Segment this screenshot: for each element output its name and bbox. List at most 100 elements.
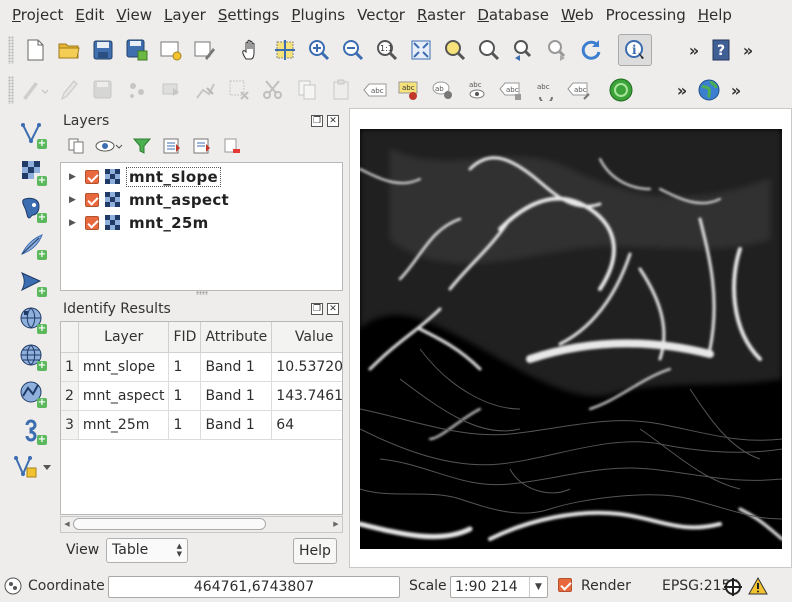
current-edits-icon[interactable] [18, 74, 52, 106]
menu-plugins[interactable]: Plugins [285, 0, 351, 30]
expand-arrow-icon[interactable]: ▶ [69, 172, 79, 182]
zoom-to-selection-icon[interactable] [438, 34, 472, 66]
close-panel-icon[interactable]: ✕ [327, 115, 339, 127]
panel-splitter-handle[interactable] [196, 291, 208, 295]
menu-view[interactable]: View [110, 0, 158, 30]
menu-raster[interactable]: Raster [411, 0, 471, 30]
add-group-icon[interactable] [64, 134, 88, 158]
menu-project[interactable]: Project [6, 0, 69, 30]
float-panel-icon[interactable]: ❐ [311, 115, 323, 127]
copy-features-icon[interactable] [290, 74, 324, 106]
layer-visibility-checkbox[interactable] [85, 192, 99, 207]
zoom-out-icon[interactable] [336, 34, 370, 66]
layer-labeling-icon[interactable]: abc [358, 74, 392, 106]
toolbar-overflow-button[interactable]: » [684, 41, 704, 60]
column-header-attribute[interactable]: Attribute [200, 322, 273, 353]
close-panel-icon[interactable]: ✕ [327, 303, 339, 315]
scrollbar-thumb[interactable] [73, 518, 266, 530]
zoom-to-layer-icon[interactable] [472, 34, 506, 66]
map-canvas[interactable] [360, 129, 782, 549]
toolbar2-overflow-button-2[interactable]: » [726, 81, 746, 100]
expand-arrow-icon[interactable]: ▶ [69, 195, 79, 205]
plugin-green-circle-icon[interactable] [604, 74, 638, 106]
help-button[interactable]: Help [293, 538, 337, 564]
web-globe-icon[interactable] [692, 74, 726, 106]
table-row[interactable]: 3 mnt_25m 1 Band 1 64 [61, 410, 342, 440]
composer-manager-icon[interactable] [188, 34, 222, 66]
menu-edit[interactable]: Edit [69, 0, 110, 30]
manage-visibility-icon[interactable] [94, 134, 124, 158]
add-wms-layer-icon[interactable]: + [12, 300, 52, 337]
toolbar-overflow-button-2[interactable]: » [738, 41, 758, 60]
node-tool-icon[interactable] [188, 74, 222, 106]
view-mode-select[interactable]: Table ▲ ▼ [106, 538, 188, 563]
label-rotate-icon[interactable]: abc [528, 74, 562, 106]
menu-settings[interactable]: Settings [212, 0, 286, 30]
menu-processing[interactable]: Processing [600, 0, 692, 30]
layer-visibility-checkbox[interactable] [85, 215, 99, 230]
expand-arrow-icon[interactable]: ▶ [69, 218, 79, 228]
label-show-hide-icon[interactable]: ab [426, 74, 460, 106]
save-as-icon[interactable] [120, 34, 154, 66]
label-visibility-icon[interactable]: abc [460, 74, 494, 106]
add-delimited-text-layer-icon[interactable]: + [12, 411, 52, 448]
column-header-layer[interactable]: Layer [78, 322, 170, 353]
toggle-editing-icon[interactable] [52, 74, 86, 106]
refresh-icon[interactable] [574, 34, 608, 66]
add-postgis-layer-icon[interactable]: + [12, 189, 52, 226]
add-raster-layer-icon[interactable]: + [12, 152, 52, 189]
expand-all-icon[interactable] [160, 134, 184, 158]
chevron-down-icon[interactable]: ▼ [529, 577, 547, 597]
move-feature-icon[interactable] [154, 74, 188, 106]
zoom-in-icon[interactable] [302, 34, 336, 66]
add-wcs-layer-icon[interactable]: + [12, 337, 52, 374]
zoom-next-icon[interactable] [540, 34, 574, 66]
layer-item[interactable]: ▶ mnt_slope [61, 165, 342, 188]
pan-icon[interactable] [234, 34, 268, 66]
scroll-left-icon[interactable]: ◀ [61, 517, 73, 532]
add-vector-layer-icon[interactable]: + [12, 115, 52, 152]
add-wfs-layer-icon[interactable]: + [12, 374, 52, 411]
table-row[interactable]: 1mnt_slope1Band 110.537203 [61, 352, 342, 382]
table-horizontal-scrollbar[interactable]: ◀ ▶ [60, 516, 343, 533]
float-panel-icon[interactable]: ❐ [311, 303, 323, 315]
help-contents-icon[interactable]: ? [704, 34, 738, 66]
scroll-right-icon[interactable]: ▶ [330, 517, 342, 532]
pan-to-selection-icon[interactable] [268, 34, 302, 66]
new-layer-dropdown-icon[interactable] [12, 448, 52, 485]
menu-database[interactable]: Database [471, 0, 555, 30]
zoom-actual-icon[interactable]: 1:1 [370, 34, 404, 66]
collapse-all-icon[interactable] [190, 134, 214, 158]
render-checkbox[interactable] [558, 578, 572, 592]
coordinate-field[interactable]: 464761,6743807 [108, 576, 400, 598]
label-pin-icon[interactable]: abc [392, 74, 426, 106]
label-move-icon[interactable]: abc [494, 74, 528, 106]
add-spatialite-layer-icon[interactable]: + [12, 226, 52, 263]
identify-icon[interactable]: i [618, 34, 652, 66]
zoom-full-icon[interactable] [404, 34, 438, 66]
menu-layer[interactable]: Layer [158, 0, 212, 30]
add-feature-icon[interactable] [120, 74, 154, 106]
save-layer-edits-icon[interactable] [86, 74, 120, 106]
new-project-icon[interactable] [18, 34, 52, 66]
save-project-icon[interactable] [86, 34, 120, 66]
table-row[interactable]: 2mnt_aspect1Band 1143.74615 [61, 381, 342, 411]
delete-selected-icon[interactable] [222, 74, 256, 106]
menu-help[interactable]: Help [692, 0, 738, 30]
column-header-value[interactable]: Value [271, 322, 342, 353]
warning-icon[interactable] [748, 576, 768, 599]
label-change-icon[interactable]: abc [562, 74, 596, 106]
remove-layer-icon[interactable] [220, 134, 244, 158]
layer-item[interactable]: ▶ mnt_aspect [61, 188, 342, 211]
menu-web[interactable]: Web [555, 0, 600, 30]
crs-globe-icon[interactable] [724, 578, 742, 600]
filter-legend-icon[interactable] [130, 134, 154, 158]
open-project-icon[interactable] [52, 34, 86, 66]
layer-item[interactable]: ▶ mnt_25m [61, 211, 342, 234]
add-mssql-layer-icon[interactable]: + [12, 263, 52, 300]
paste-features-icon[interactable] [324, 74, 358, 106]
cut-features-icon[interactable] [256, 74, 290, 106]
zoom-last-icon[interactable] [506, 34, 540, 66]
column-header-fid[interactable]: FID [168, 322, 202, 353]
toolbar-handle[interactable] [8, 76, 14, 104]
